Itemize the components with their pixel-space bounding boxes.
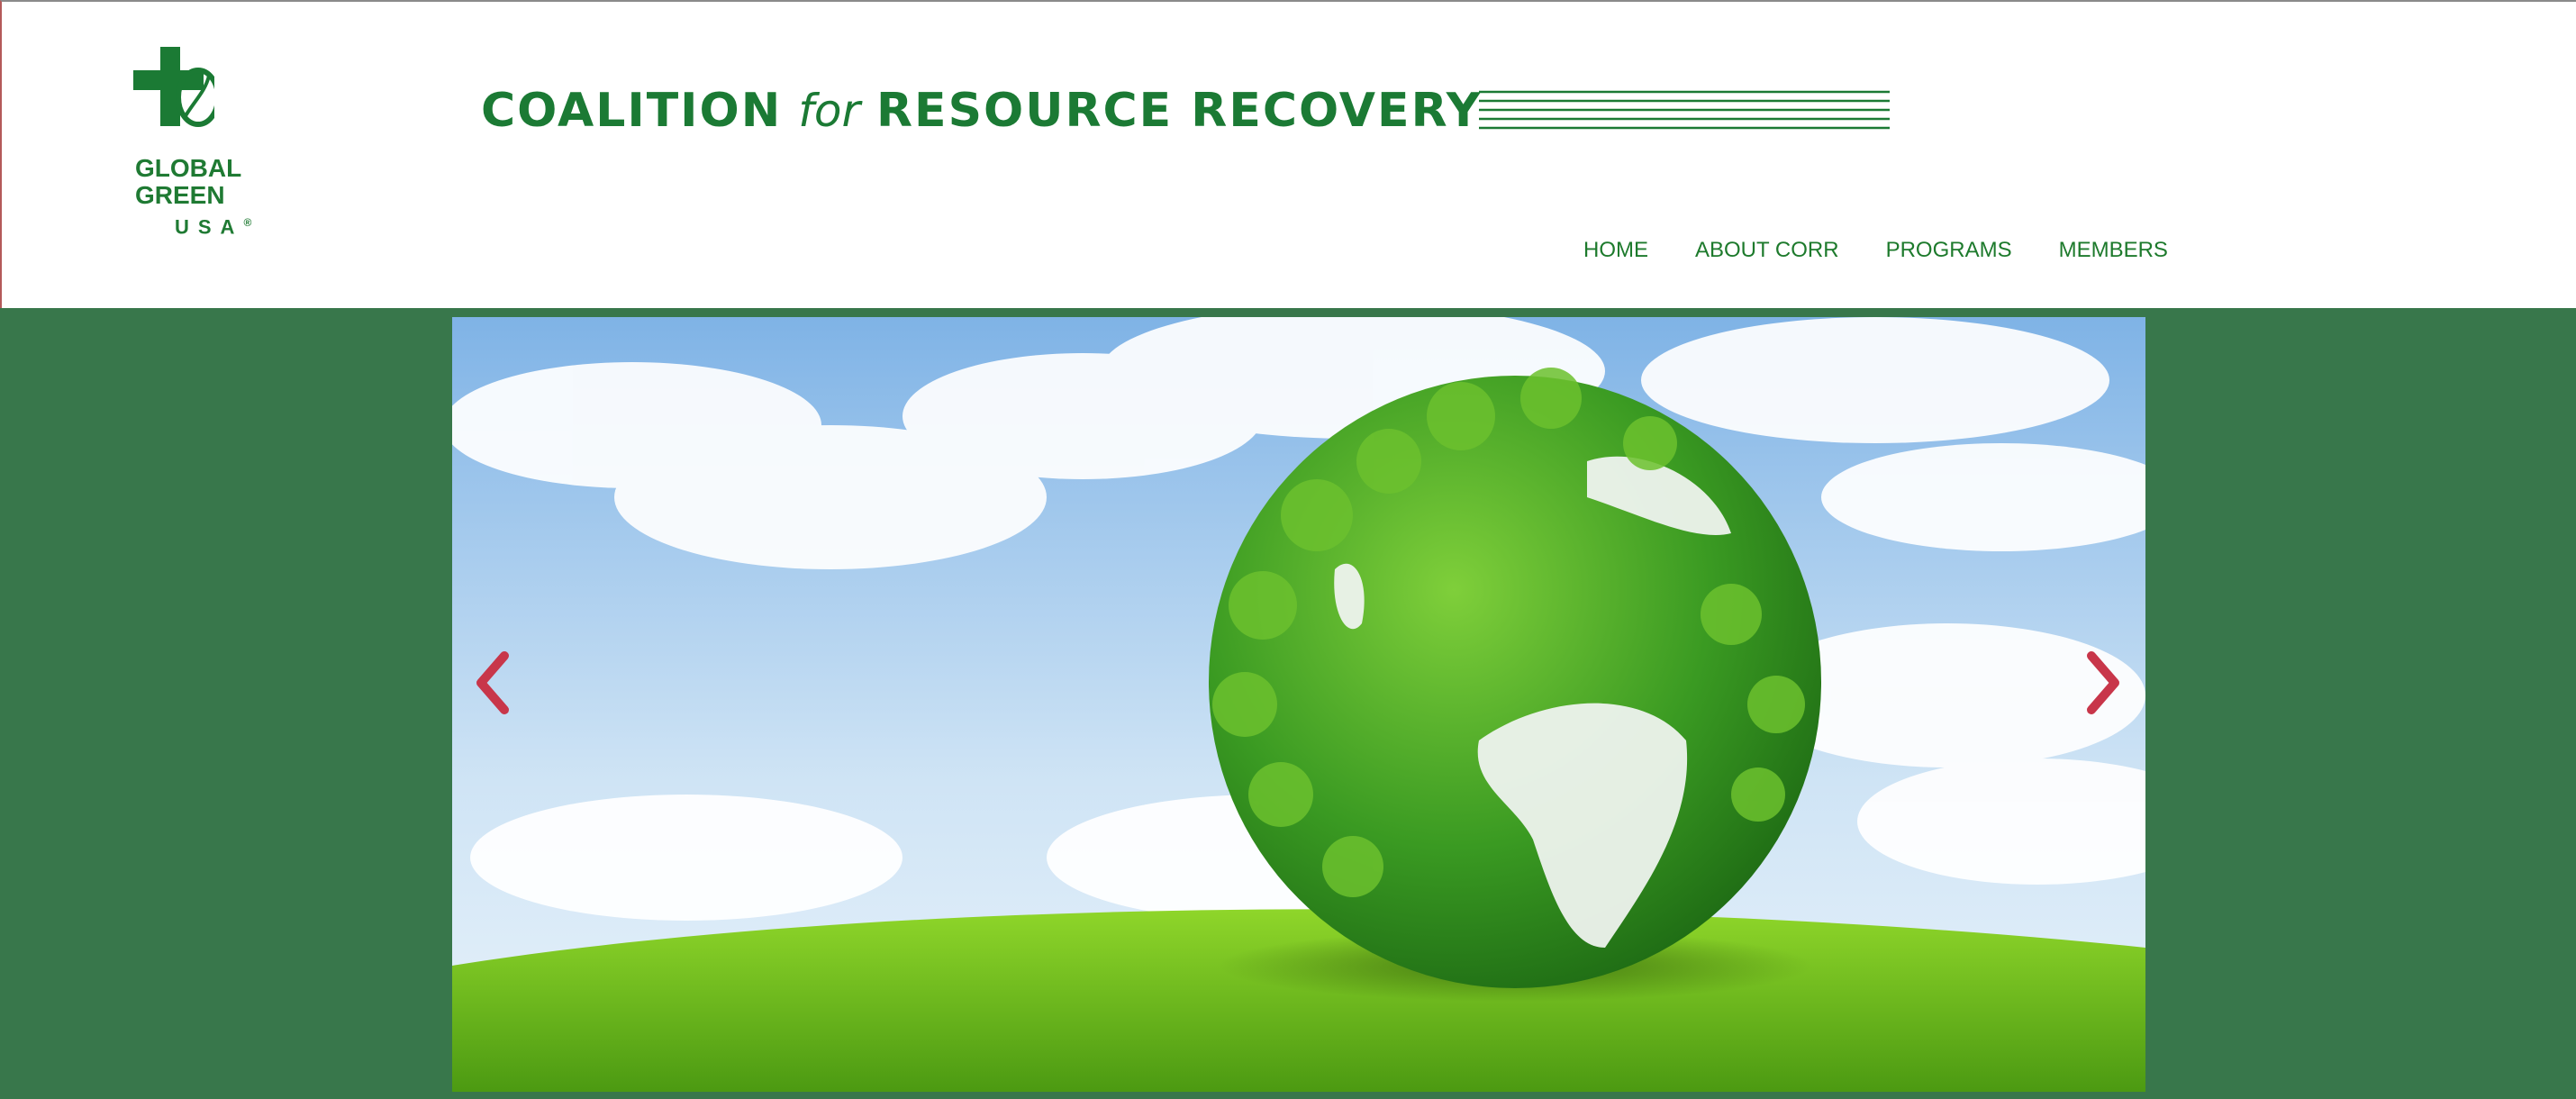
main-nav: HOME ABOUT CORR PROGRAMS MEMBERS — [1583, 238, 2168, 263]
cross-leaf-icon — [133, 47, 214, 127]
logo-line-1: GLOBAL — [135, 154, 242, 182]
site-title-part-1: COALITION — [481, 84, 783, 138]
registered-mark: ® — [243, 216, 252, 229]
hero-carousel-slide — [452, 317, 2145, 1092]
site-title-part-2: for — [798, 85, 860, 137]
logo-line-2: GREEN — [135, 181, 225, 209]
carousel-prev-button[interactable] — [465, 647, 519, 719]
nav-item-members[interactable]: MEMBERS — [2059, 238, 2168, 263]
site-title: COALITION for RESOURCE RECOVERY — [481, 79, 1482, 142]
global-green-usa-logo[interactable]: GLOBAL GREEN USA® — [128, 43, 263, 238]
nav-item-about-corr[interactable]: ABOUT CORR — [1695, 238, 1839, 263]
nav-item-programs[interactable]: PROGRAMS — [1886, 238, 2012, 263]
carousel-next-button[interactable] — [2077, 647, 2131, 719]
nav-item-home[interactable]: HOME — [1583, 238, 1648, 263]
site-title-part-3: RESOURCE RECOVERY — [876, 84, 1483, 138]
site-header: GLOBAL GREEN USA® COALITION for RESOURCE… — [0, 0, 2576, 308]
decorative-lines — [1479, 90, 1890, 130]
logo-line-3: USA® — [175, 215, 252, 239]
chevron-right-icon — [2087, 651, 2119, 714]
green-globe-image — [452, 317, 2145, 1092]
chevron-left-icon — [476, 651, 509, 714]
logo-wordmark: GLOBAL GREEN USA® — [135, 155, 251, 241]
